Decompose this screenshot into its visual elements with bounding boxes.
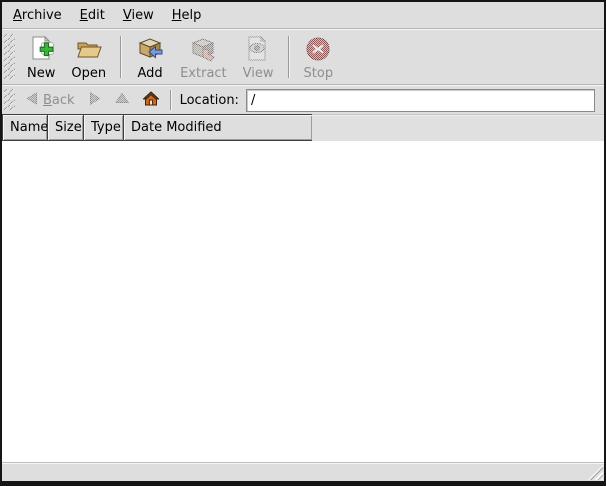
menubar: Archive Edit View Help [2,2,604,28]
column-header-date-modified-label: Date Modified [131,120,222,135]
toolbar-separator-1 [120,36,122,78]
column-header-size[interactable]: Size [47,114,84,141]
menu-edit[interactable]: Edit [71,4,114,27]
menu-edit-label: Edit [80,8,105,23]
location-label: Location: [180,93,239,108]
home-button[interactable] [136,88,166,113]
resize-grip[interactable] [588,465,603,480]
add-button[interactable]: Add [128,32,172,83]
up-button[interactable] [108,89,136,111]
menu-view-label: View [123,8,154,23]
column-header-type[interactable]: Type [83,114,124,141]
column-header-filler [312,114,604,141]
extract-files-icon [189,34,217,64]
locationbar-separator [170,90,172,110]
up-icon [115,92,129,108]
file-list-empty-area[interactable] [2,141,604,462]
view-button[interactable]: View [235,32,282,83]
column-header-size-label: Size [55,120,82,135]
statusbar [2,462,604,481]
home-icon [143,91,159,110]
add-button-label: Add [138,66,163,81]
locationbar-drag-handle[interactable] [4,89,15,111]
back-button[interactable]: Back [19,89,82,112]
new-button[interactable]: New [19,32,63,83]
back-icon [26,92,38,109]
column-header-name-label: Name [10,120,48,135]
stop-button[interactable]: Stop [296,32,342,83]
archive-manager-window: Archive Edit View Help New [0,0,606,486]
extract-button-label: Extract [180,66,227,81]
view-button-label: View [243,66,274,81]
menu-view[interactable]: View [114,4,163,27]
stop-icon [305,34,331,64]
stop-button-label: Stop [304,66,334,81]
column-header-date-modified[interactable]: Date Modified [123,114,313,141]
toolbar-drag-handle[interactable] [4,34,15,80]
menu-help[interactable]: Help [163,4,211,27]
menu-archive[interactable]: Archive [4,4,71,27]
back-button-label: Back [43,93,75,108]
new-button-label: New [27,66,55,81]
forward-icon [89,92,101,109]
new-archive-icon [28,34,55,64]
add-files-icon [136,34,164,64]
location-input[interactable] [246,89,595,112]
extract-button[interactable]: Extract [172,32,235,83]
view-file-icon [245,34,271,64]
menu-archive-label: Archive [13,8,62,23]
toolbar: New Open Add [2,30,604,84]
forward-button[interactable] [82,89,108,112]
location-bar: Back Location: [2,86,604,114]
file-list-view: Name Size Type Date Modified [2,114,604,462]
open-archive-icon [75,34,103,64]
column-header-name[interactable]: Name [2,114,48,141]
toolbar-separator-2 [288,36,290,78]
open-button[interactable]: Open [63,32,114,83]
file-list-header-row: Name Size Type Date Modified [2,114,604,141]
open-button-label: Open [71,66,106,81]
column-header-type-label: Type [91,120,121,135]
menu-help-label: Help [172,8,202,23]
